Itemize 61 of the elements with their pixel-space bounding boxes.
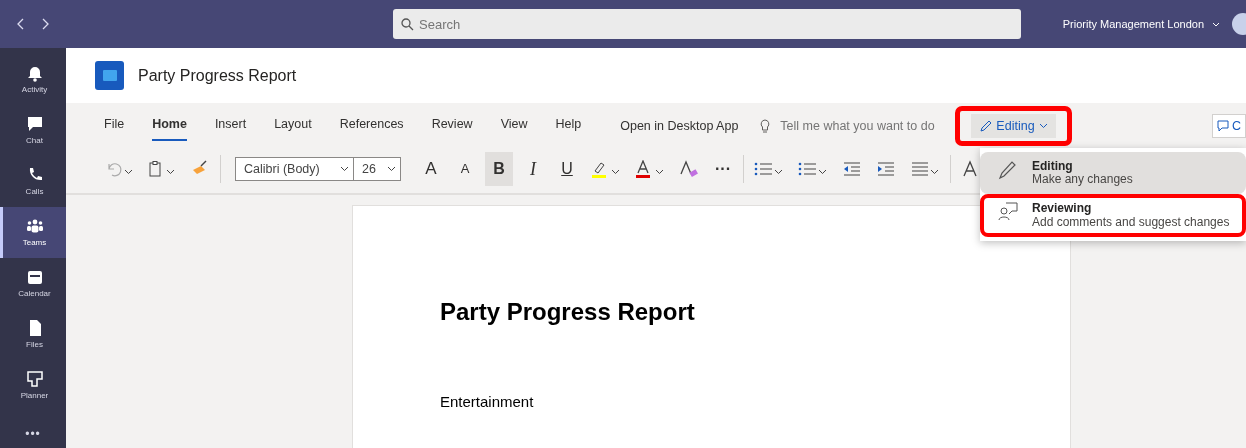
caret-icon <box>340 166 349 172</box>
align-icon <box>910 160 940 178</box>
open-in-desktop-link[interactable]: Open in Desktop App <box>620 116 739 136</box>
shrink-font-button[interactable]: A <box>451 152 479 186</box>
document-paragraph: Entertainment <box>440 391 535 412</box>
ribbon-tab[interactable]: Insert <box>214 110 247 142</box>
reviewer-icon <box>998 202 1018 223</box>
bold-button[interactable]: B <box>485 152 513 186</box>
caret-icon <box>387 166 396 172</box>
mode-menu-item[interactable]: Reviewing Add comments and suggest changes <box>980 194 1246 237</box>
rail-item[interactable]: Activity <box>0 54 66 105</box>
pencil-icon <box>998 160 1018 180</box>
document-title: Party Progress Report <box>138 65 297 86</box>
undo-icon <box>106 160 134 178</box>
ribbon-tab[interactable]: File <box>104 110 125 142</box>
rail-item[interactable]: Teams <box>0 207 66 258</box>
comments-button[interactable]: C <box>1211 113 1246 139</box>
rail-item[interactable]: Chat <box>0 105 66 156</box>
font-color-icon <box>635 160 665 178</box>
tell-me-field[interactable]: Tell me what you want to do <box>778 115 944 137</box>
ribbon-tab[interactable]: Home <box>152 110 187 142</box>
font-size-dropdown[interactable]: 26 <box>354 158 400 180</box>
ribbon-tab[interactable]: References <box>339 110 404 142</box>
rail-item[interactable]: Calls <box>0 156 66 207</box>
bullets-icon <box>754 160 784 178</box>
organization-switcher[interactable]: Priority Management London <box>1062 15 1204 33</box>
lightbulb-icon <box>760 118 771 134</box>
menu-item-description: Make any changes <box>1032 173 1133 187</box>
chat-icon <box>25 114 44 133</box>
font-name-dropdown[interactable]: Calibri (Body) <box>236 158 354 180</box>
ribbon-tab[interactable]: Layout <box>274 110 312 142</box>
mode-menu-item[interactable]: Editing Make any changes <box>980 152 1246 195</box>
ribbon-tab[interactable]: Review <box>431 110 473 142</box>
more-apps-button[interactable]: ••• <box>0 425 66 443</box>
more-button[interactable]: ··· <box>709 152 737 186</box>
menu-item-description: Add comments and suggest changes <box>1032 215 1230 229</box>
ribbon-tab[interactable]: View <box>500 110 528 142</box>
ribbon-tab[interactable]: Help <box>555 110 582 142</box>
caret-icon[interactable] <box>1212 21 1220 27</box>
numbering-icon <box>798 160 828 178</box>
clear-formatting-icon <box>679 160 699 178</box>
document-app-icon <box>95 61 124 90</box>
editing-mode-button[interactable]: Editing <box>971 113 1056 139</box>
italic-button[interactable]: I <box>519 152 547 186</box>
menu-item-title: Editing <box>1032 160 1074 174</box>
paste-icon <box>148 160 176 178</box>
increase-indent-icon <box>876 160 896 178</box>
rail-item[interactable]: Planner <box>0 360 66 411</box>
grow-font-button[interactable]: A <box>417 152 445 186</box>
decrease-indent-icon <box>842 160 862 178</box>
highlight-icon <box>591 160 621 178</box>
caret-icon <box>1038 123 1048 129</box>
rail-item[interactable]: Calendar <box>0 258 66 309</box>
menu-item-title: Reviewing <box>1032 202 1093 216</box>
document-heading: Party Progress Report <box>440 298 696 327</box>
search-field[interactable]: Search <box>393 9 1021 39</box>
pencil-icon <box>979 119 993 133</box>
underline-button[interactable]: U <box>553 152 581 186</box>
rail-item[interactable]: Files <box>0 309 66 360</box>
comment-icon <box>1216 120 1229 132</box>
planner-icon <box>25 369 44 388</box>
